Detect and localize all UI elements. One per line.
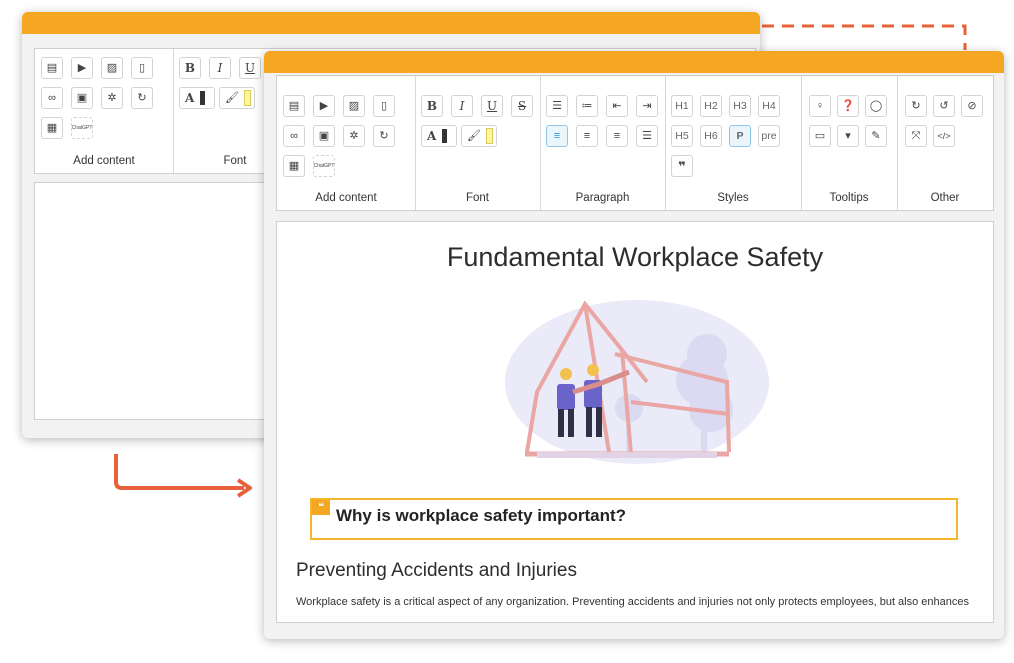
align-left-icon[interactable]: ≡	[546, 125, 568, 147]
style-h1-button[interactable]: H1	[671, 95, 693, 117]
dropdown-box-icon[interactable]: ▾	[837, 125, 859, 147]
callout-text: Why is workplace safety important?	[336, 506, 627, 525]
style-h3-button[interactable]: H3	[729, 95, 751, 117]
align-right-icon[interactable]: ≡	[606, 125, 628, 147]
video-icon[interactable]: ▶	[313, 95, 335, 117]
style-h6-button[interactable]: H6	[700, 125, 722, 147]
speech-bubble-icon[interactable]: ◯	[865, 95, 887, 117]
font-color-label: A	[185, 91, 195, 105]
outdent-icon[interactable]: ⇤	[606, 95, 628, 117]
window-title-bar	[22, 12, 760, 34]
highlight-swatch	[243, 90, 251, 106]
video-icon[interactable]: ▶	[71, 57, 93, 79]
italic-button[interactable]: I	[209, 57, 231, 79]
align-justify-icon[interactable]: ☰	[636, 125, 658, 147]
style-p-button[interactable]: P	[729, 125, 751, 147]
font-color-swatch	[442, 129, 448, 143]
highlight-swatch	[485, 128, 493, 144]
toolbar-group-add-content: ▤ ▶ ▨ ▯ ∞ ▣ ✲ ↻ ▦ ChatGPT Add content	[277, 76, 416, 210]
underline-button[interactable]: U	[481, 95, 503, 117]
file-icon[interactable]: ▤	[41, 57, 63, 79]
refresh-icon[interactable]: ↻	[131, 87, 153, 109]
pen-icon[interactable]: ✎	[865, 125, 887, 147]
toolbar-group-styles: H1 H2 H3 H4 H5 H6 P pre ❞ Styles	[665, 76, 802, 210]
redo-icon[interactable]: ↻	[905, 95, 927, 117]
faq-callout[interactable]: ❝ Why is workplace safety important?	[310, 498, 958, 540]
toolbar-group-label: Styles	[717, 192, 749, 204]
toolbar-group-tooltips: ♀ ❓ ◯ ▭ ▾ ✎ Tooltips	[801, 76, 898, 210]
highlight-button[interactable]: 🖌	[219, 87, 255, 109]
undo-icon[interactable]: ↺	[933, 95, 955, 117]
foreground-editor-window: ▤ ▶ ▨ ▯ ∞ ▣ ✲ ↻ ▦ ChatGPT Add content B …	[264, 51, 1004, 639]
document-icon[interactable]: ▯	[373, 95, 395, 117]
editor-toolbar: ▤ ▶ ▨ ▯ ∞ ▣ ✲ ↻ ▦ ChatGPT Add content B …	[276, 75, 994, 211]
font-color-swatch	[200, 91, 206, 105]
table-icon[interactable]: ▦	[41, 117, 63, 139]
bold-button[interactable]: B	[421, 95, 443, 117]
image-icon[interactable]: ▨	[343, 95, 365, 117]
toolbar-group-paragraph: ☰ ≔ ⇤ ⇥ ≡ ≡ ≡ ☰ Paragraph	[540, 76, 666, 210]
question-icon[interactable]: ❓	[837, 95, 859, 117]
embed-icon[interactable]: ▣	[313, 125, 335, 147]
toolbar-group-label: Tooltips	[829, 192, 869, 204]
table-icon[interactable]: ▦	[283, 155, 305, 177]
body-paragraph: Workplace safety is a critical aspect of…	[296, 596, 969, 608]
editor-content-area[interactable]: Fundamental Workplace Safety ❝ Why is wo…	[276, 221, 994, 623]
lightbulb-icon[interactable]: ♀	[809, 95, 831, 117]
toolbar-group-label: Add content	[73, 155, 135, 167]
page-title: Fundamental Workplace Safety	[446, 242, 824, 272]
indent-icon[interactable]: ⇥	[636, 95, 658, 117]
bullet-list-icon[interactable]: ☰	[546, 95, 568, 117]
italic-button[interactable]: I	[451, 95, 473, 117]
section-heading: Preventing Accidents and Injuries	[296, 560, 577, 581]
blockquote-icon[interactable]: ❞	[671, 155, 693, 177]
underline-button[interactable]: U	[239, 57, 261, 79]
toolbar-group-label: Paragraph	[575, 192, 630, 204]
toolbar-group-other: ↻ ↺ ⊘ ⤧ </> Other	[897, 76, 993, 210]
fullscreen-icon[interactable]: ⤧	[905, 125, 927, 147]
link-icon[interactable]: ∞	[41, 87, 63, 109]
image-icon[interactable]: ▨	[101, 57, 123, 79]
style-h4-button[interactable]: H4	[758, 95, 780, 117]
toolbar-group-add-content: ▤ ▶ ▨ ▯ ∞ ▣ ✲ ↻ ▦ ChatGPT Add content	[35, 49, 174, 173]
refresh-icon[interactable]: ↻	[373, 125, 395, 147]
brush-icon: 🖌	[467, 129, 481, 142]
clear-format-icon[interactable]: ⊘	[961, 95, 983, 117]
toolbar-group-font: B I U S A 🖌 Font	[415, 76, 541, 210]
brush-icon: 🖌	[225, 91, 239, 104]
file-icon[interactable]: ▤	[283, 95, 305, 117]
font-color-button[interactable]: A	[421, 125, 457, 147]
h5p-icon[interactable]: ✲	[101, 87, 123, 109]
document-icon[interactable]: ▯	[131, 57, 153, 79]
window-title-bar	[264, 51, 1004, 73]
construction-workers-illustration	[505, 300, 769, 464]
code-view-icon[interactable]: </>	[933, 125, 955, 147]
h5p-icon[interactable]: ✲	[343, 125, 365, 147]
font-color-label: A	[427, 129, 437, 143]
toolbar-group-label: Font	[465, 192, 489, 204]
question-bubble-icon: ❝	[312, 500, 330, 515]
chatgpt-icon[interactable]: ChatGPT	[71, 117, 93, 139]
link-icon[interactable]: ∞	[283, 125, 305, 147]
solid-connector-arrow	[114, 454, 252, 498]
chatgpt-icon[interactable]: ChatGPT	[313, 155, 335, 177]
style-h5-button[interactable]: H5	[671, 125, 693, 147]
toolbar-group-label: Other	[930, 192, 960, 204]
style-h2-button[interactable]: H2	[700, 95, 722, 117]
highlight-button[interactable]: 🖌	[461, 125, 497, 147]
font-color-button[interactable]: A	[179, 87, 215, 109]
certificate-icon[interactable]: ▭	[809, 125, 831, 147]
strikethrough-button[interactable]: S	[511, 95, 533, 117]
numbered-list-icon[interactable]: ≔	[576, 95, 598, 117]
bold-button[interactable]: B	[179, 57, 201, 79]
style-pre-button[interactable]: pre	[758, 125, 780, 147]
embed-icon[interactable]: ▣	[71, 87, 93, 109]
toolbar-group-label: Add content	[315, 192, 377, 204]
align-center-icon[interactable]: ≡	[576, 125, 598, 147]
